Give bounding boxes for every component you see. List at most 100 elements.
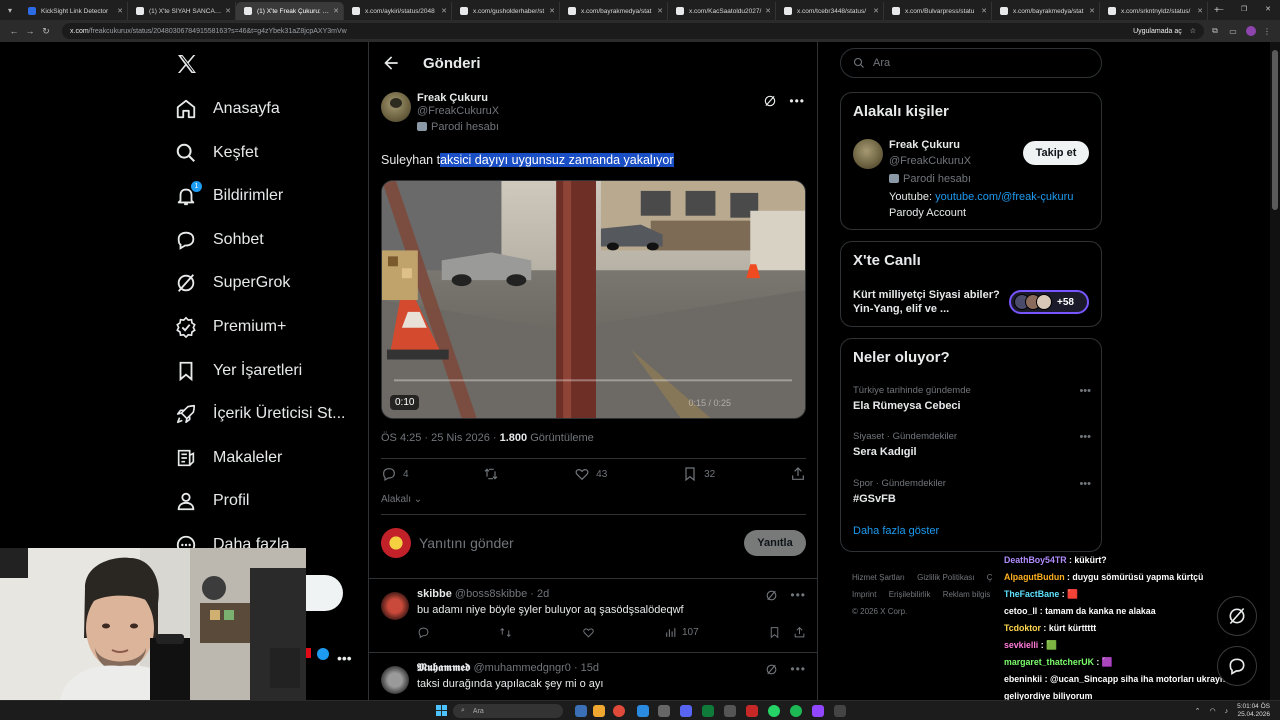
discord-icon[interactable] bbox=[680, 705, 692, 717]
nav-item-article[interactable]: Makaleler bbox=[175, 436, 282, 480]
browser-tab[interactable]: x.com/tcebr3448/status/ ✕ bbox=[776, 2, 884, 20]
more-options-icon[interactable]: ••• bbox=[1079, 478, 1091, 490]
minimize-button[interactable]: — bbox=[1208, 0, 1232, 20]
app-icon[interactable] bbox=[834, 705, 846, 717]
maximize-button[interactable]: ❐ bbox=[1232, 0, 1256, 20]
tab-close-icon[interactable]: ✕ bbox=[1197, 7, 1203, 15]
volume-icon[interactable]: ♪ bbox=[1225, 708, 1229, 715]
reply-author-name[interactable]: skibbe bbox=[417, 588, 452, 600]
tab-close-icon[interactable]: ✕ bbox=[333, 7, 339, 15]
live-participants[interactable]: +58 bbox=[1009, 290, 1089, 314]
trend-item[interactable]: Siyaset · Gündemdekiler Sera Kadıgil ••• bbox=[853, 431, 1091, 458]
reply-author-handle[interactable]: @boss8skibbe · 2d bbox=[455, 588, 549, 600]
profile-avatar[interactable] bbox=[1246, 26, 1256, 36]
app-icon[interactable] bbox=[812, 705, 824, 717]
browser-tab[interactable]: (1) X'te Freak Çukuru: "Su ✕ bbox=[236, 2, 344, 20]
chrome-icon[interactable] bbox=[613, 705, 625, 717]
reply-button[interactable]: Yanıtla bbox=[744, 530, 806, 556]
post-video[interactable]: 0:10 0:15 / 0:25 bbox=[381, 180, 806, 419]
tab-close-icon[interactable]: ✕ bbox=[225, 7, 231, 15]
nav-item-bookmark[interactable]: Yer İşaretleri bbox=[175, 349, 302, 393]
tab-close-icon[interactable]: ✕ bbox=[441, 7, 447, 15]
back-arrow-icon[interactable] bbox=[381, 53, 401, 73]
trend-item[interactable]: Türkiye tarihinde gündemde Ela Rümeysa C… bbox=[853, 385, 1091, 412]
footer-link[interactable]: Gizlilik Politikası bbox=[917, 573, 974, 582]
browser-tab[interactable]: x.com/srkntnyldz/status/ ✕ bbox=[1100, 2, 1208, 20]
bookmark-icon[interactable] bbox=[768, 626, 781, 639]
windows-start-icon[interactable] bbox=[436, 705, 447, 716]
tab-close-icon[interactable]: ✕ bbox=[981, 7, 987, 15]
trend-item[interactable]: Spor · Gündemdekiler #GSvFB ••• bbox=[853, 478, 1091, 505]
tray-chevron-icon[interactable]: ⌃ bbox=[1195, 707, 1201, 715]
footer-link[interactable]: Ç bbox=[987, 573, 993, 582]
like-action[interactable]: 43 bbox=[574, 466, 607, 482]
person-handle[interactable]: @FreakCukuruX bbox=[889, 155, 971, 167]
footer-link[interactable]: Erişilebilirlik bbox=[889, 590, 931, 599]
nav-item-rocket[interactable]: İçerik Üreticisi St... bbox=[175, 392, 345, 436]
author-handle[interactable]: @FreakCukuruX bbox=[417, 105, 499, 117]
network-icon[interactable]: ◠ bbox=[1210, 707, 1216, 715]
grok-floating-button[interactable] bbox=[1217, 596, 1257, 636]
tab-close-icon[interactable]: ✕ bbox=[117, 7, 123, 15]
star-icon[interactable]: ☆ bbox=[1190, 27, 1196, 35]
reply-avatar[interactable] bbox=[381, 592, 409, 620]
browser-tab[interactable]: x.com/aykiri/status/2048 ✕ bbox=[344, 2, 452, 20]
author-avatar[interactable] bbox=[381, 92, 411, 122]
bookmark-action[interactable]: 32 bbox=[682, 466, 715, 482]
grok-icon[interactable] bbox=[763, 94, 777, 108]
share-action[interactable] bbox=[790, 466, 806, 482]
person-name[interactable]: Freak Çukuru bbox=[889, 139, 960, 151]
address-bar[interactable]: x.com /freakcukurux/status/2048030678491… bbox=[62, 23, 1204, 39]
spotify-icon[interactable] bbox=[790, 705, 802, 717]
more-options-icon[interactable]: ••• bbox=[1079, 431, 1091, 443]
browser-menu-icon[interactable]: ⋮ bbox=[1260, 27, 1274, 36]
whatsapp-icon[interactable] bbox=[768, 705, 780, 717]
tab-close-icon[interactable]: ✕ bbox=[873, 7, 879, 15]
nav-item-grok[interactable]: SuperGrok bbox=[175, 261, 290, 305]
related-dropdown[interactable]: Alakalı ⌄ bbox=[381, 494, 422, 505]
tab-search-icon[interactable]: ▾ bbox=[0, 0, 20, 20]
scrollbar-thumb[interactable] bbox=[1272, 50, 1278, 210]
tab-close-icon[interactable]: ✕ bbox=[765, 7, 771, 15]
more-options-icon[interactable]: ••• bbox=[790, 662, 806, 676]
footer-link[interactable]: Imprint bbox=[852, 590, 876, 599]
reply-action[interactable] bbox=[417, 626, 430, 639]
post-author[interactable]: Freak Çukuru @FreakCukuruX Parodi hesabı bbox=[381, 92, 499, 133]
search-input[interactable]: Ara bbox=[840, 48, 1102, 78]
more-options-icon[interactable]: ••• bbox=[1079, 385, 1091, 397]
reply-item[interactable]: skibbe @boss8skibbe · 2d bu adamı niye b… bbox=[381, 588, 806, 648]
messages-floating-button[interactable] bbox=[1217, 646, 1257, 686]
account-menu-icon[interactable]: ••• bbox=[337, 650, 352, 666]
repost-action[interactable] bbox=[499, 626, 512, 639]
browser-tab[interactable]: (1) X'te SİYAH SANCAK: "@✕ bbox=[128, 2, 236, 20]
grok-icon[interactable] bbox=[765, 663, 778, 676]
nav-item-home[interactable]: Anasayfa bbox=[175, 87, 280, 131]
show-more-link[interactable]: Daha fazla göster bbox=[853, 525, 939, 537]
live-space-title[interactable]: Kürt milliyetçi Siyasi abiler?Yin-Yang, … bbox=[853, 288, 1003, 316]
follow-button[interactable]: Takip et bbox=[1023, 141, 1089, 165]
reload-icon[interactable]: ↻ bbox=[38, 26, 54, 37]
tab-close-icon[interactable]: ✕ bbox=[1089, 7, 1095, 15]
browser-tab[interactable]: x.com/bayrakmedya/stat ✕ bbox=[560, 2, 668, 20]
browser-tab[interactable]: x.com/bayrakmedya/stat ✕ bbox=[992, 2, 1100, 20]
tab-close-icon[interactable]: ✕ bbox=[657, 7, 663, 15]
sidebar-toggle-icon[interactable]: ▭ bbox=[1226, 27, 1240, 36]
task-view-icon[interactable] bbox=[575, 705, 587, 717]
views-action[interactable]: 107 bbox=[664, 626, 699, 639]
nav-item-chat[interactable]: Sohbet bbox=[175, 218, 264, 262]
repost-action[interactable] bbox=[483, 466, 499, 482]
app-icon[interactable] bbox=[702, 705, 714, 717]
more-options-icon[interactable]: ••• bbox=[789, 94, 805, 108]
browser-tab[interactable]: x.com/gusholderhaber/st ✕ bbox=[452, 2, 560, 20]
forward-nav-icon[interactable]: → bbox=[22, 26, 38, 36]
edge-icon[interactable] bbox=[637, 705, 649, 717]
nav-item-bell[interactable]: 1 Bildirimler bbox=[175, 174, 283, 218]
share-icon[interactable] bbox=[793, 626, 806, 639]
reply-author-handle[interactable]: @muhammedgngr0 · 15d bbox=[474, 662, 600, 674]
close-window-button[interactable]: ✕ bbox=[1256, 0, 1280, 20]
app-icon[interactable] bbox=[658, 705, 670, 717]
like-action[interactable] bbox=[582, 626, 595, 639]
back-nav-icon[interactable]: ← bbox=[6, 26, 22, 36]
person-avatar[interactable] bbox=[853, 139, 883, 169]
live-card[interactable]: X'te Canlı Kürt milliyetçi Siyasi abiler… bbox=[840, 241, 1102, 327]
